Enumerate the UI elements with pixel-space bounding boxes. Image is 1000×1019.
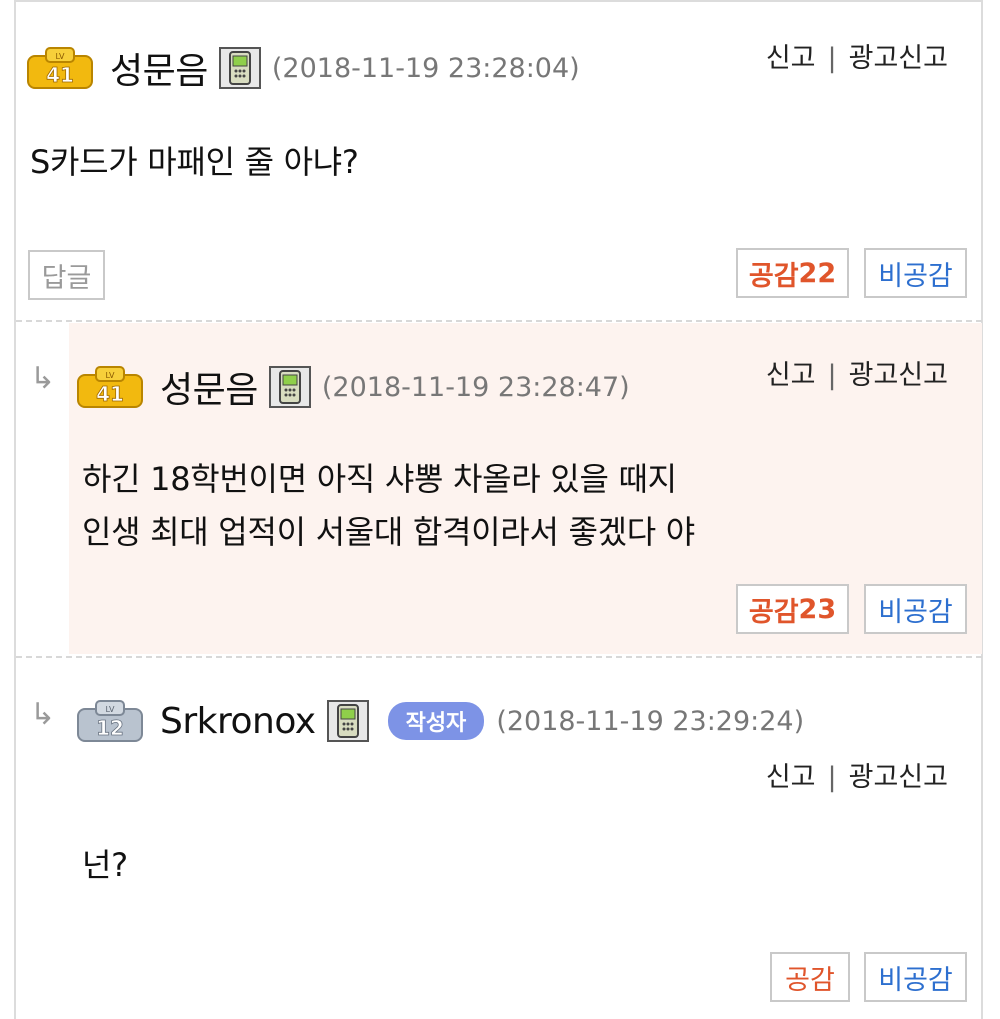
level-badge-icon: LV 41 bbox=[27, 47, 93, 89]
ad-report-link[interactable]: 광고신고 bbox=[849, 43, 948, 74]
separator: | bbox=[827, 43, 837, 74]
ad-report-link[interactable]: 광고신고 bbox=[849, 360, 948, 391]
reply-button[interactable]: 답글 bbox=[28, 250, 105, 300]
report-link[interactable]: 신고 bbox=[766, 762, 816, 793]
comment-header: LV 41 성문음 (2018-11-19 23:28:47) bbox=[76, 359, 630, 415]
report-link[interactable]: 신고 bbox=[766, 360, 816, 391]
comment-header: LV 12 Srkronox 작성자 (2018-11-19 23:29:24) bbox=[76, 693, 804, 749]
like-count: 23 bbox=[798, 593, 837, 625]
comment-text-line: S카드가 마패인 줄 아냐? bbox=[30, 143, 359, 181]
like-label: 공감 bbox=[748, 260, 799, 292]
author-badge: 작성자 bbox=[387, 702, 485, 740]
comment-text: 하긴 18학번이면 아직 샤뽕 차올라 있을 때지 인생 최대 업적이 서울대 … bbox=[82, 453, 695, 559]
dislike-button[interactable]: 비공감 bbox=[864, 584, 967, 634]
like-button[interactable]: 공감 23 bbox=[736, 584, 849, 634]
like-label: 공감 bbox=[785, 964, 835, 996]
mobile-phone-icon bbox=[268, 366, 311, 408]
comment-date: (2018-11-19 23:28:47) bbox=[321, 371, 630, 403]
level-number: 12 bbox=[96, 716, 124, 740]
svg-text:LV: LV bbox=[105, 371, 115, 380]
level-number: 41 bbox=[96, 382, 124, 406]
comment-divider bbox=[16, 320, 982, 322]
comment: LV 41 성문음 (2018-11-19 23:28:04) 신고 | 광고신고 … bbox=[16, 2, 982, 320]
comment-text: 넌? bbox=[82, 839, 128, 892]
nickname[interactable]: 성문음 bbox=[160, 361, 258, 413]
mobile-phone-icon bbox=[326, 700, 369, 742]
comment-text-line: 넌? bbox=[82, 846, 128, 884]
level-badge-icon: LV 12 bbox=[77, 700, 143, 742]
like-button[interactable]: 공감 bbox=[770, 952, 850, 1002]
ad-report-link[interactable]: 광고신고 bbox=[849, 762, 948, 793]
dislike-button[interactable]: 비공감 bbox=[864, 248, 967, 298]
like-button[interactable]: 공감 22 bbox=[736, 248, 849, 298]
mobile-phone-icon bbox=[218, 47, 261, 89]
reply-comment: ↳ LV 12 Srkronox 작성자 (2018-11-19 23:29:2… bbox=[16, 659, 982, 1019]
report-links: 신고 | 광고신고 bbox=[766, 755, 948, 794]
level-number: 41 bbox=[46, 63, 74, 87]
comment-date: (2018-11-19 23:28:04) bbox=[271, 52, 580, 84]
reply-arrow-icon: ↳ bbox=[30, 697, 56, 732]
comment-divider bbox=[16, 656, 982, 658]
svg-text:LV: LV bbox=[105, 705, 115, 714]
nickname[interactable]: 성문음 bbox=[110, 42, 208, 94]
dislike-button[interactable]: 비공감 bbox=[864, 952, 967, 1002]
reply-comment: ↳ LV 41 성문음 (2018-11-19 23:28:47) 신고 | 광고신… bbox=[16, 323, 982, 654]
report-links: 신고 | 광고신고 bbox=[766, 36, 948, 75]
like-count: 22 bbox=[798, 257, 837, 289]
separator: | bbox=[827, 360, 837, 391]
reply-arrow-icon: ↳ bbox=[30, 361, 56, 396]
comment-text-line: 하긴 18학번이면 아직 샤뽕 차올라 있을 때지 bbox=[82, 460, 677, 498]
report-links: 신고 | 광고신고 bbox=[766, 353, 948, 392]
separator: | bbox=[827, 762, 837, 793]
svg-text:LV: LV bbox=[55, 52, 65, 61]
comment-text-line: 인생 최대 업적이 서울대 합격이라서 좋겠다 야 bbox=[82, 513, 695, 551]
comment-header: LV 41 성문음 (2018-11-19 23:28:04) bbox=[26, 40, 580, 96]
report-link[interactable]: 신고 bbox=[766, 43, 816, 74]
level-badge-icon: LV 41 bbox=[77, 366, 143, 408]
comment-date: (2018-11-19 23:29:24) bbox=[496, 705, 805, 737]
comment-text: S카드가 마패인 줄 아냐? bbox=[30, 136, 359, 189]
nickname[interactable]: Srkronox bbox=[160, 701, 316, 742]
like-label: 공감 bbox=[748, 596, 799, 628]
